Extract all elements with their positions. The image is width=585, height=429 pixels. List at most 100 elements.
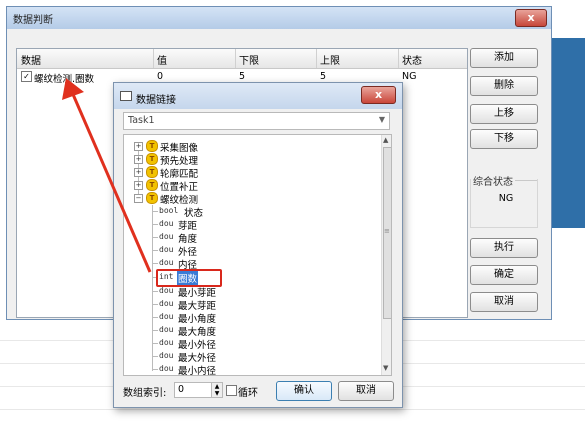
- tree-node-group-expanded[interactable]: − T 螺纹检测: [134, 192, 254, 206]
- delete-button[interactable]: 删除: [470, 76, 538, 96]
- row-checkbox[interactable]: ✓: [21, 71, 32, 82]
- tree-line: [152, 317, 158, 318]
- tree-leaf[interactable]: dou 角度: [152, 231, 272, 245]
- tree-leaf-label: 状态: [184, 208, 204, 219]
- tool-icon: T: [146, 153, 158, 165]
- type-tag: dou: [159, 258, 174, 267]
- tree-leaf-label: 最大芽距: [178, 301, 217, 312]
- tree-line: [152, 211, 158, 212]
- type-tag: dou: [159, 299, 174, 308]
- tree-line: [152, 343, 158, 344]
- column-divider: [398, 49, 399, 68]
- column-divider: [316, 49, 317, 68]
- tree-leaf[interactable]: bool 状态: [152, 205, 272, 219]
- col-header-upper[interactable]: 上限: [320, 52, 340, 67]
- tree-leaf-label: 最小芽距: [178, 288, 217, 299]
- tree-line: [152, 369, 158, 370]
- tree-line: [152, 304, 158, 305]
- run-button[interactable]: 执行: [470, 238, 538, 258]
- collapse-icon[interactable]: −: [134, 194, 143, 203]
- col-header-data[interactable]: 数据: [21, 52, 41, 67]
- row-status: NG: [402, 71, 417, 82]
- tree-node-group[interactable]: + T 位置补正: [134, 179, 254, 193]
- tool-icon: T: [146, 140, 158, 152]
- row-lower: 5: [239, 71, 246, 82]
- tree-leaf-label: 最小外径: [178, 340, 217, 351]
- task-select-value: Task1: [128, 115, 155, 126]
- window-title: 数据判断: [13, 15, 53, 26]
- dialog-cancel-button[interactable]: 取消: [338, 381, 394, 401]
- close-icon[interactable]: x: [515, 9, 547, 27]
- tree-node-group[interactable]: + T 预先处理: [134, 153, 254, 167]
- scroll-down-icon[interactable]: ▼: [383, 364, 388, 372]
- tree-leaf[interactable]: dou 外径: [152, 244, 272, 258]
- dialog-title: 数据链接: [136, 95, 176, 106]
- row-upper: 5: [320, 71, 327, 82]
- tree-line: [152, 237, 158, 238]
- background-desktop: [550, 38, 585, 228]
- array-index-label: 数组索引:: [123, 388, 167, 399]
- type-tag: dou: [159, 338, 174, 347]
- col-header-status[interactable]: 状态: [402, 52, 422, 67]
- move-up-button[interactable]: 上移: [470, 104, 538, 124]
- add-button[interactable]: 添加: [470, 48, 538, 68]
- col-header-lower[interactable]: 下限: [239, 52, 259, 67]
- scroll-up-icon[interactable]: ▲: [383, 136, 388, 144]
- tree-leaf[interactable]: dou 内径: [152, 257, 272, 271]
- tree-leaf[interactable]: dou 最大芽距: [152, 298, 272, 312]
- chevron-down-icon[interactable]: ▼: [379, 115, 385, 124]
- tree-line: [152, 330, 158, 331]
- dialog-title-bar[interactable]: 数据链接 x: [114, 83, 402, 109]
- tree-leaf[interactable]: dou 最小内径: [152, 363, 272, 375]
- column-divider: [153, 49, 154, 68]
- col-header-value[interactable]: 值: [157, 52, 167, 67]
- tree-scrollbar[interactable]: ▲ ≡ ▼: [381, 135, 391, 375]
- tree-line: [152, 250, 158, 251]
- tree-node-group[interactable]: + T 采集图像: [134, 140, 254, 154]
- tree-leaf[interactable]: dou 最小外径: [152, 337, 272, 351]
- tree-leaf-label: 角度: [178, 234, 198, 245]
- tree-leaf[interactable]: dou 最大角度: [152, 324, 272, 338]
- summary-label: 综合状态: [473, 177, 513, 188]
- tree-leaf-label: 最大角度: [178, 327, 217, 338]
- tool-icon: T: [146, 192, 158, 204]
- row-value: 0: [157, 71, 164, 82]
- highlight-box: [156, 269, 222, 287]
- tree-node-label: 预先处理: [160, 156, 199, 167]
- loop-checkbox[interactable]: [226, 385, 237, 396]
- tree-leaf[interactable]: dou 芽距: [152, 218, 272, 232]
- column-divider: [235, 49, 236, 68]
- type-tag: dou: [159, 286, 174, 295]
- move-down-button[interactable]: 下移: [470, 129, 538, 149]
- tree-leaf-label: 最小角度: [178, 314, 217, 325]
- array-index-input[interactable]: 0: [174, 382, 213, 398]
- close-icon[interactable]: x: [361, 86, 396, 104]
- expand-icon[interactable]: +: [134, 168, 143, 177]
- type-tag: dou: [159, 312, 174, 321]
- cancel-button[interactable]: 取消: [470, 292, 538, 312]
- tree-line: [152, 291, 158, 292]
- expand-icon[interactable]: +: [134, 181, 143, 190]
- tree-line: [152, 224, 158, 225]
- confirm-button[interactable]: 确认: [276, 381, 332, 401]
- expand-icon[interactable]: +: [134, 155, 143, 164]
- expand-icon[interactable]: +: [134, 142, 143, 151]
- tree-node-label: 位置补正: [160, 182, 199, 193]
- tree-leaf[interactable]: dou 最小角度: [152, 311, 272, 325]
- grid-header: 数据 值 下限 上限 状态: [17, 49, 467, 69]
- spinner-icon[interactable]: ▲ ▼: [211, 382, 223, 398]
- task-select[interactable]: Task1 ▼: [123, 112, 390, 130]
- type-tag: dou: [159, 245, 174, 254]
- window-icon: [120, 91, 132, 101]
- summary-status: NG: [498, 193, 514, 204]
- tree-node-label: 螺纹检测: [160, 195, 199, 206]
- loop-label: 循环: [238, 388, 258, 399]
- title-bar[interactable]: 数据判断 x: [7, 7, 551, 29]
- tree-leaf[interactable]: dou 最大外径: [152, 350, 272, 364]
- tree-node-group[interactable]: + T 轮廓匹配: [134, 166, 254, 180]
- type-tag: dou: [159, 325, 174, 334]
- summary-line: [515, 180, 537, 181]
- tool-icon: T: [146, 179, 158, 191]
- row-data: 螺纹检测.圈数: [34, 74, 95, 85]
- ok-button[interactable]: 确定: [470, 265, 538, 285]
